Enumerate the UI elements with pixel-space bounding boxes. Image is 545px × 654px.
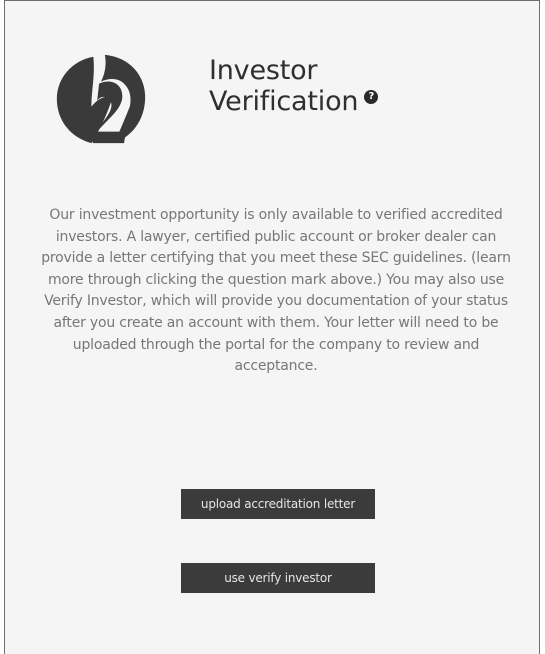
upload-accreditation-letter-button[interactable]: upload accreditation letter [181,489,375,519]
verification-description: Our investment opportunity is only avail… [41,207,511,375]
step-2-icon [56,54,146,144]
use-verify-investor-button[interactable]: use verify investor [181,563,375,593]
title-text: Verification [209,86,359,117]
verification-panel: Investor Verification? Our investment op… [4,0,540,654]
title-line-1: Investor [209,55,318,86]
page-title: Investor Verification? [209,55,469,117]
title-line-2: Verification? [209,86,469,117]
question-mark-icon[interactable]: ? [364,90,379,104]
